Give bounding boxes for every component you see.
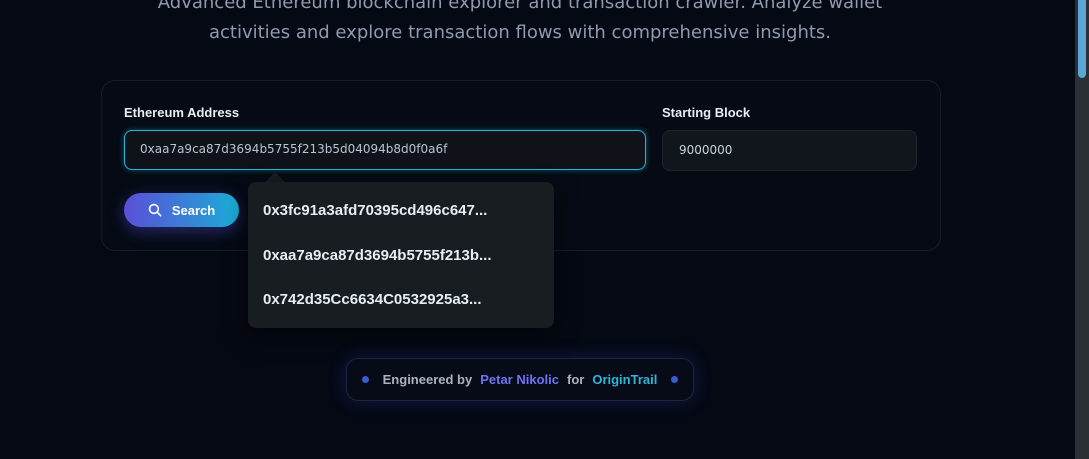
suggestion-item[interactable]: 0x742d35Cc6634C0532925a3... <box>263 282 543 318</box>
starting-block-label: Starting Block <box>662 105 751 120</box>
search-icon <box>148 203 162 217</box>
footer-credit: Engineered by Petar Nikolic for OriginTr… <box>346 358 694 401</box>
dot-icon <box>671 376 679 383</box>
search-button[interactable]: Search <box>124 193 239 227</box>
hero-subtitle-line1: Advanced Ethereum blockchain explorer an… <box>157 0 883 13</box>
suggestion-item[interactable]: 0xaa7a9ca87d3694b5755f213b... <box>263 238 543 274</box>
address-suggestions-dropdown: 0x3fc91a3afd70395cd496c647... 0xaa7a9ca8… <box>248 182 554 328</box>
address-input[interactable]: 0xaa7a9ca87d3694b5755f213b5d04094b8d0f0a… <box>124 130 646 170</box>
suggestion-item[interactable]: 0x3fc91a3afd70395cd496c647... <box>263 193 543 229</box>
footer-joiner: for <box>566 372 585 387</box>
org-link[interactable]: OriginTrail <box>592 372 657 387</box>
dropdown-caret <box>265 172 285 182</box>
dot-icon <box>361 376 369 383</box>
hero-subtitle-line2: activities and explore transaction flows… <box>208 22 832 43</box>
address-label: Ethereum Address <box>124 105 240 120</box>
search-button-label: Search <box>171 202 216 218</box>
page-scrollbar[interactable] <box>1075 0 1089 459</box>
footer-prefix: Engineered by <box>382 372 473 387</box>
author-link[interactable]: Petar Nikolic <box>480 372 559 387</box>
scrollbar-thumb[interactable] <box>1078 0 1086 78</box>
hero-subtitle: Advanced Ethereum blockchain explorer an… <box>0 0 1040 48</box>
starting-block-input[interactable]: 9000000 <box>662 130 917 171</box>
